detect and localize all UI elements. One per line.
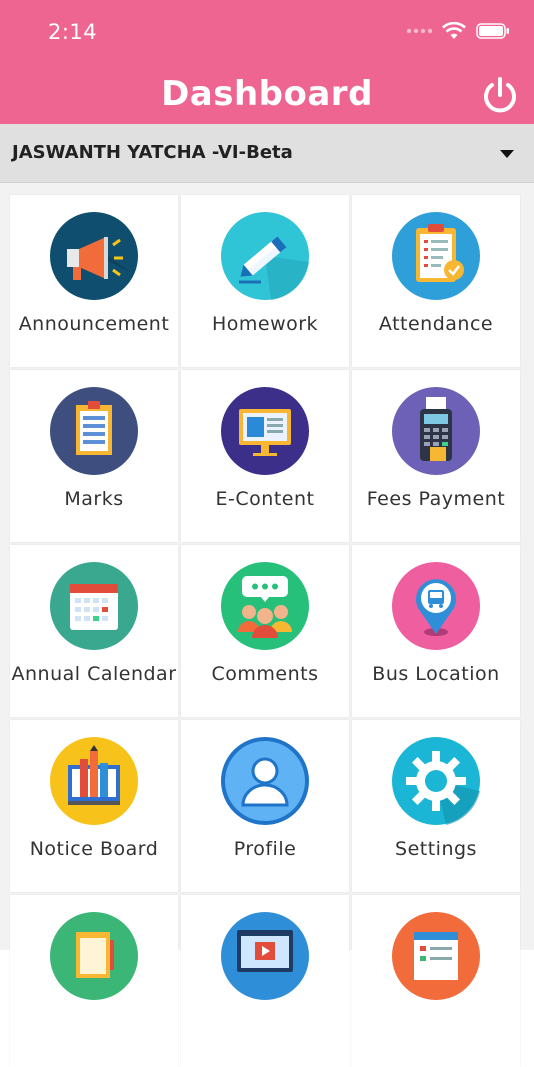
page-title: Dashboard: [161, 74, 373, 114]
wifi-icon: [442, 22, 466, 39]
video-icon: [221, 912, 309, 1000]
tile-label: Settings: [395, 838, 477, 860]
tile-bus-location[interactable]: Bus Location: [352, 545, 520, 717]
tile-label: Homework: [211, 313, 319, 335]
clipboard-check-icon: [392, 212, 480, 300]
tile-notice-board[interactable]: Notice Board: [10, 720, 178, 892]
pencil-icon: [221, 212, 309, 300]
tile-e-content[interactable]: E-Content: [181, 370, 349, 542]
app-bar: Dashboard: [0, 66, 534, 124]
dashboard-area: Announcement Homework Attendance Marks E…: [0, 183, 534, 1067]
status-time: 2:14: [48, 20, 98, 44]
student-selector[interactable]: JASWANTH YATCHA -VI-Beta: [0, 124, 534, 183]
tile-comments[interactable]: Comments: [181, 545, 349, 717]
status-icons: [406, 22, 510, 40]
bus-pin-icon: [392, 562, 480, 650]
signal-icon: [406, 28, 432, 34]
megaphone-icon: [50, 212, 138, 300]
tile-label: Fees Payment: [366, 488, 506, 510]
caret-down-icon: [500, 150, 514, 158]
tile-label: Comments: [211, 663, 319, 685]
power-icon: [484, 77, 516, 113]
tile-fees-payment[interactable]: Fees Payment: [352, 370, 520, 542]
gear-icon: [392, 737, 480, 825]
tile-marks[interactable]: Marks: [10, 370, 178, 542]
group-chat-icon: [221, 562, 309, 650]
card-machine-icon: [392, 387, 480, 475]
tile-announcement[interactable]: Announcement: [10, 195, 178, 367]
tile-annual-calendar[interactable]: Annual Calendar: [10, 545, 178, 717]
document-icon: [392, 912, 480, 1000]
logout-button[interactable]: [480, 76, 520, 116]
report-card-icon: [50, 387, 138, 475]
tile-label: Bus Location: [372, 663, 500, 685]
user-icon: [221, 737, 309, 825]
notice-board-icon: [50, 737, 138, 825]
tile-label: Announcement: [18, 313, 170, 335]
monitor-icon: [221, 387, 309, 475]
tile-video[interactable]: [181, 895, 349, 1067]
notebook-icon: [50, 912, 138, 1000]
tile-document[interactable]: [352, 895, 520, 1067]
status-bar: 2:14: [0, 0, 534, 66]
tile-label: Annual Calendar: [11, 663, 177, 685]
calendar-icon: [50, 562, 138, 650]
tile-label: Marks: [64, 488, 124, 510]
tile-settings[interactable]: Settings: [352, 720, 520, 892]
tile-attendance[interactable]: Attendance: [352, 195, 520, 367]
tile-label: E-Content: [215, 488, 315, 510]
tile-profile[interactable]: Profile: [181, 720, 349, 892]
tile-notebook[interactable]: [10, 895, 178, 1067]
student-selector-value: JASWANTH YATCHA -VI-Beta: [12, 142, 293, 163]
tile-label: Notice Board: [29, 838, 159, 860]
dashboard-grid: Announcement Homework Attendance Marks E…: [10, 195, 521, 1067]
tile-label: Attendance: [378, 313, 494, 335]
tile-label: Profile: [233, 838, 297, 860]
tile-homework[interactable]: Homework: [181, 195, 349, 367]
battery-icon: [476, 23, 509, 39]
